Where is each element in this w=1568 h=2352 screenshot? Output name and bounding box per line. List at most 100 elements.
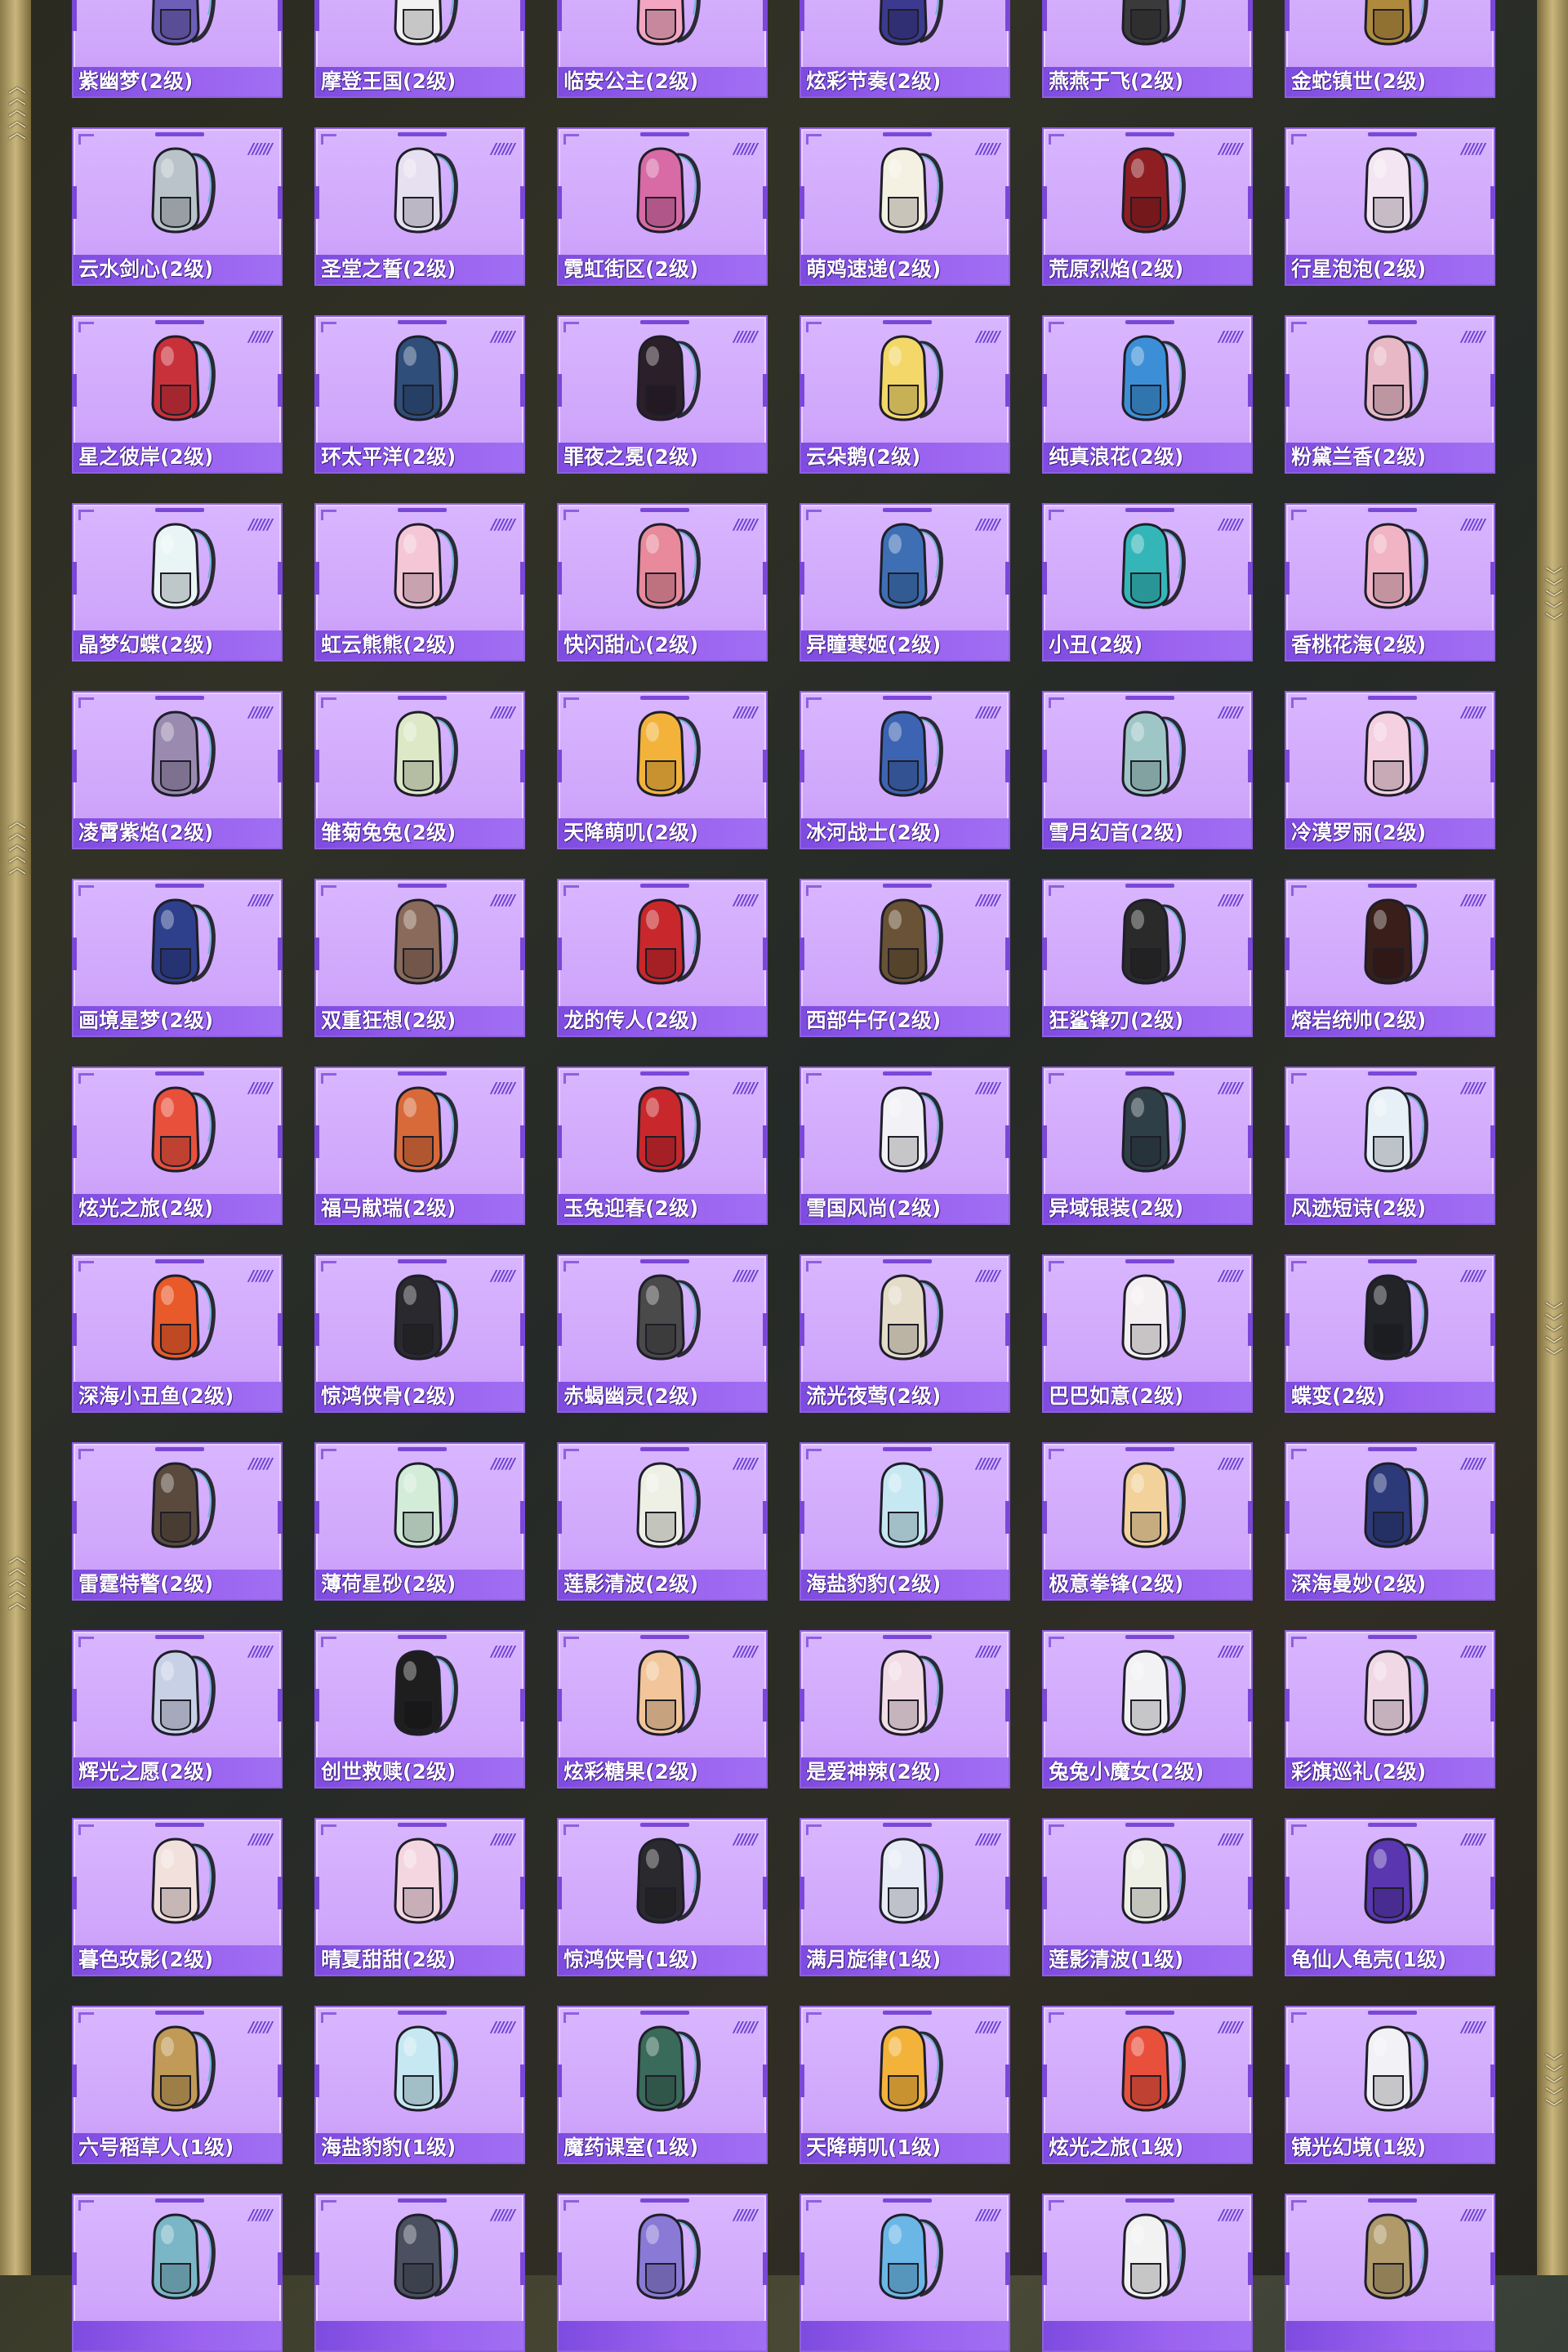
backpack-card[interactable]: ////// 满月旋律(1级) bbox=[800, 1818, 1010, 1976]
backpack-card[interactable]: ////// 冷漠罗丽(2级) bbox=[1285, 691, 1495, 849]
backpack-card[interactable]: ////// 海盐豹豹(1级) bbox=[314, 2006, 525, 2164]
backpack-card[interactable]: //////燕燕于飞(2级) bbox=[1042, 0, 1253, 98]
backpack-card[interactable]: //////金蛇镇世(2级) bbox=[1285, 0, 1495, 98]
backpack-card[interactable]: ////// 辉光之愿(2级) bbox=[72, 1630, 283, 1788]
backpack-card[interactable]: ////// 惊鸿侠骨(2级) bbox=[314, 1254, 525, 1413]
backpack-icon bbox=[879, 710, 943, 797]
backpack-name-label bbox=[1286, 2321, 1494, 2350]
backpack-card[interactable]: ////// bbox=[314, 2194, 525, 2352]
backpack-card[interactable]: ////// 云水剑心(2级) bbox=[72, 127, 283, 286]
backpack-card[interactable]: ////// 六号稻草人(1级) bbox=[72, 2006, 283, 2164]
backpack-card[interactable]: ////// bbox=[557, 2194, 768, 2352]
backpack-card[interactable]: ////// 荒原烈焰(2级) bbox=[1042, 127, 1253, 286]
backpack-card[interactable]: ////// 惊鸿侠骨(1级) bbox=[557, 1818, 768, 1976]
backpack-card[interactable]: ////// 海盐豹豹(2级) bbox=[800, 1442, 1010, 1601]
backpack-card[interactable]: ////// 龙的传人(2级) bbox=[557, 879, 768, 1037]
backpack-card[interactable]: ////// 深海曼妙(2级) bbox=[1285, 1442, 1495, 1601]
card-side-notch bbox=[800, 562, 804, 595]
backpack-card[interactable]: ////// 晴夏甜甜(2级) bbox=[314, 1818, 525, 1976]
backpack-card[interactable]: ////// 巴巴如意(2级) bbox=[1042, 1254, 1253, 1413]
backpack-card[interactable]: ////// 莲影清波(1级) bbox=[1042, 1818, 1253, 1976]
backpack-card[interactable]: ////// 罪夜之冕(2级) bbox=[557, 315, 768, 474]
backpack-card[interactable]: ////// 天降萌叽(2级) bbox=[557, 691, 768, 849]
backpack-card[interactable]: ////// 雏菊兔兔(2级) bbox=[314, 691, 525, 849]
backpack-card[interactable]: //////临安公主(2级) bbox=[557, 0, 768, 98]
backpack-card[interactable]: ////// 行星泡泡(2级) bbox=[1285, 127, 1495, 286]
backpack-card[interactable]: ////// bbox=[1042, 2194, 1253, 2352]
card-side-notch bbox=[72, 2065, 77, 2097]
card-side-notch bbox=[1005, 750, 1010, 782]
backpack-icon bbox=[151, 147, 216, 234]
backpack-card[interactable]: ////// 晶梦幻蝶(2级) bbox=[72, 503, 283, 662]
backpack-card[interactable]: ////// 魔药课室(1级) bbox=[557, 2006, 768, 2164]
backpack-card[interactable]: ////// 云朵鹅(2级) bbox=[800, 315, 1010, 474]
backpack-card[interactable]: ////// 暮色玫影(2级) bbox=[72, 1818, 283, 1976]
card-side-notch bbox=[72, 2252, 77, 2285]
backpack-card[interactable]: ////// 极意拳锋(2级) bbox=[1042, 1442, 1253, 1601]
backpack-card[interactable]: ////// 凌霄紫焰(2级) bbox=[72, 691, 283, 849]
backpack-icon bbox=[1121, 0, 1186, 46]
backpack-card[interactable]: ////// 星之彼岸(2级) bbox=[72, 315, 283, 474]
card-side-notch bbox=[1042, 186, 1047, 219]
backpack-name-label: 环太平洋(2级) bbox=[316, 443, 523, 472]
card-top-accent bbox=[1125, 1447, 1174, 1451]
backpack-card[interactable]: ////// 兔兔小魔女(2级) bbox=[1042, 1630, 1253, 1788]
backpack-card[interactable]: ////// 深海小丑鱼(2级) bbox=[72, 1254, 283, 1413]
backpack-card[interactable]: //////紫幽梦(2级) bbox=[72, 0, 283, 98]
backpack-name-label: 纯真浪花(2级) bbox=[1044, 443, 1251, 472]
backpack-card[interactable]: ////// 莲影清波(2级) bbox=[557, 1442, 768, 1601]
backpack-card[interactable]: ////// bbox=[72, 2194, 283, 2352]
backpack-card[interactable]: ////// 双重狂想(2级) bbox=[314, 879, 525, 1037]
backpack-card[interactable]: ////// 天降萌叽(1级) bbox=[800, 2006, 1010, 2164]
card-side-notch bbox=[314, 562, 319, 595]
backpack-icon bbox=[1121, 335, 1186, 421]
backpack-card[interactable]: ////// 薄荷星砂(2级) bbox=[314, 1442, 525, 1601]
backpack-card[interactable]: ////// 冰河战士(2级) bbox=[800, 691, 1010, 849]
backpack-card[interactable]: ////// 风迹短诗(2级) bbox=[1285, 1067, 1495, 1225]
backpack-card[interactable]: ////// 圣堂之誓(2级) bbox=[314, 127, 525, 286]
backpack-card[interactable]: ////// 粉黛兰香(2级) bbox=[1285, 315, 1495, 474]
card-top-accent bbox=[883, 696, 932, 700]
backpack-card[interactable]: ////// 福马献瑞(2级) bbox=[314, 1067, 525, 1225]
backpack-card[interactable]: ////// 萌鸡速递(2级) bbox=[800, 127, 1010, 286]
backpack-card[interactable]: ////// bbox=[1285, 2194, 1495, 2352]
backpack-icon bbox=[1364, 1650, 1428, 1736]
backpack-card[interactable]: ////// 蝶变(2级) bbox=[1285, 1254, 1495, 1413]
backpack-card[interactable]: ////// 玉兔迎春(2级) bbox=[557, 1067, 768, 1225]
backpack-card[interactable]: ////// 环太平洋(2级) bbox=[314, 315, 525, 474]
backpack-card[interactable]: ////// 狂鲨锋刃(2级) bbox=[1042, 879, 1253, 1037]
backpack-card[interactable]: ////// 西部牛仔(2级) bbox=[800, 879, 1010, 1037]
backpack-card[interactable]: ////// 香桃花海(2级) bbox=[1285, 503, 1495, 662]
backpack-icon bbox=[636, 1274, 701, 1361]
backpack-card[interactable]: ////// 赤蝎幽灵(2级) bbox=[557, 1254, 768, 1413]
backpack-card[interactable]: ////// 小丑(2级) bbox=[1042, 503, 1253, 662]
backpack-card[interactable]: ////// 霓虹街区(2级) bbox=[557, 127, 768, 286]
backpack-card[interactable]: ////// 异瞳寒姬(2级) bbox=[800, 503, 1010, 662]
backpack-card[interactable]: ////// 炫光之旅(1级) bbox=[1042, 2006, 1253, 2164]
backpack-card[interactable]: ////// 炫彩糖果(2级) bbox=[557, 1630, 768, 1788]
card-top-accent bbox=[155, 508, 204, 512]
backpack-card[interactable]: ////// 虹云熊熊(2级) bbox=[314, 503, 525, 662]
backpack-card[interactable]: ////// 镜光幻境(1级) bbox=[1285, 2006, 1495, 2164]
backpack-card[interactable]: ////// 彩旗巡礼(2级) bbox=[1285, 1630, 1495, 1788]
backpack-card[interactable]: ////// 异域银装(2级) bbox=[1042, 1067, 1253, 1225]
backpack-card[interactable]: ////// 熔岩统帅(2级) bbox=[1285, 879, 1495, 1037]
backpack-card[interactable]: ////// 雪月幻音(2级) bbox=[1042, 691, 1253, 849]
backpack-card[interactable]: ////// 快闪甜心(2级) bbox=[557, 503, 768, 662]
backpack-card[interactable]: ////// 创世救赎(2级) bbox=[314, 1630, 525, 1788]
backpack-card[interactable]: //////炫彩节奏(2级) bbox=[800, 0, 1010, 98]
backpack-card[interactable]: ////// 流光夜莺(2级) bbox=[800, 1254, 1010, 1413]
backpack-card[interactable]: ////// 纯真浪花(2级) bbox=[1042, 315, 1253, 474]
backpack-card[interactable]: //////摩登王国(2级) bbox=[314, 0, 525, 98]
backpack-card[interactable]: ////// bbox=[800, 2194, 1010, 2352]
backpack-card[interactable]: ////// 雷霆特警(2级) bbox=[72, 1442, 283, 1601]
backpack-card[interactable]: ////// 画境星梦(2级) bbox=[72, 879, 283, 1037]
backpack-icon bbox=[1364, 1838, 1428, 1924]
card-side-notch bbox=[1285, 938, 1290, 970]
backpack-card[interactable]: ////// 是爱神辣(2级) bbox=[800, 1630, 1010, 1788]
backpack-icon bbox=[636, 147, 701, 234]
backpack-card[interactable]: ////// 龟仙人龟壳(1级) bbox=[1285, 1818, 1495, 1976]
backpack-card[interactable]: ////// 雪国风尚(2级) bbox=[800, 1067, 1010, 1225]
backpack-card[interactable]: ////// 炫光之旅(2级) bbox=[72, 1067, 283, 1225]
backpack-icon bbox=[879, 0, 943, 46]
